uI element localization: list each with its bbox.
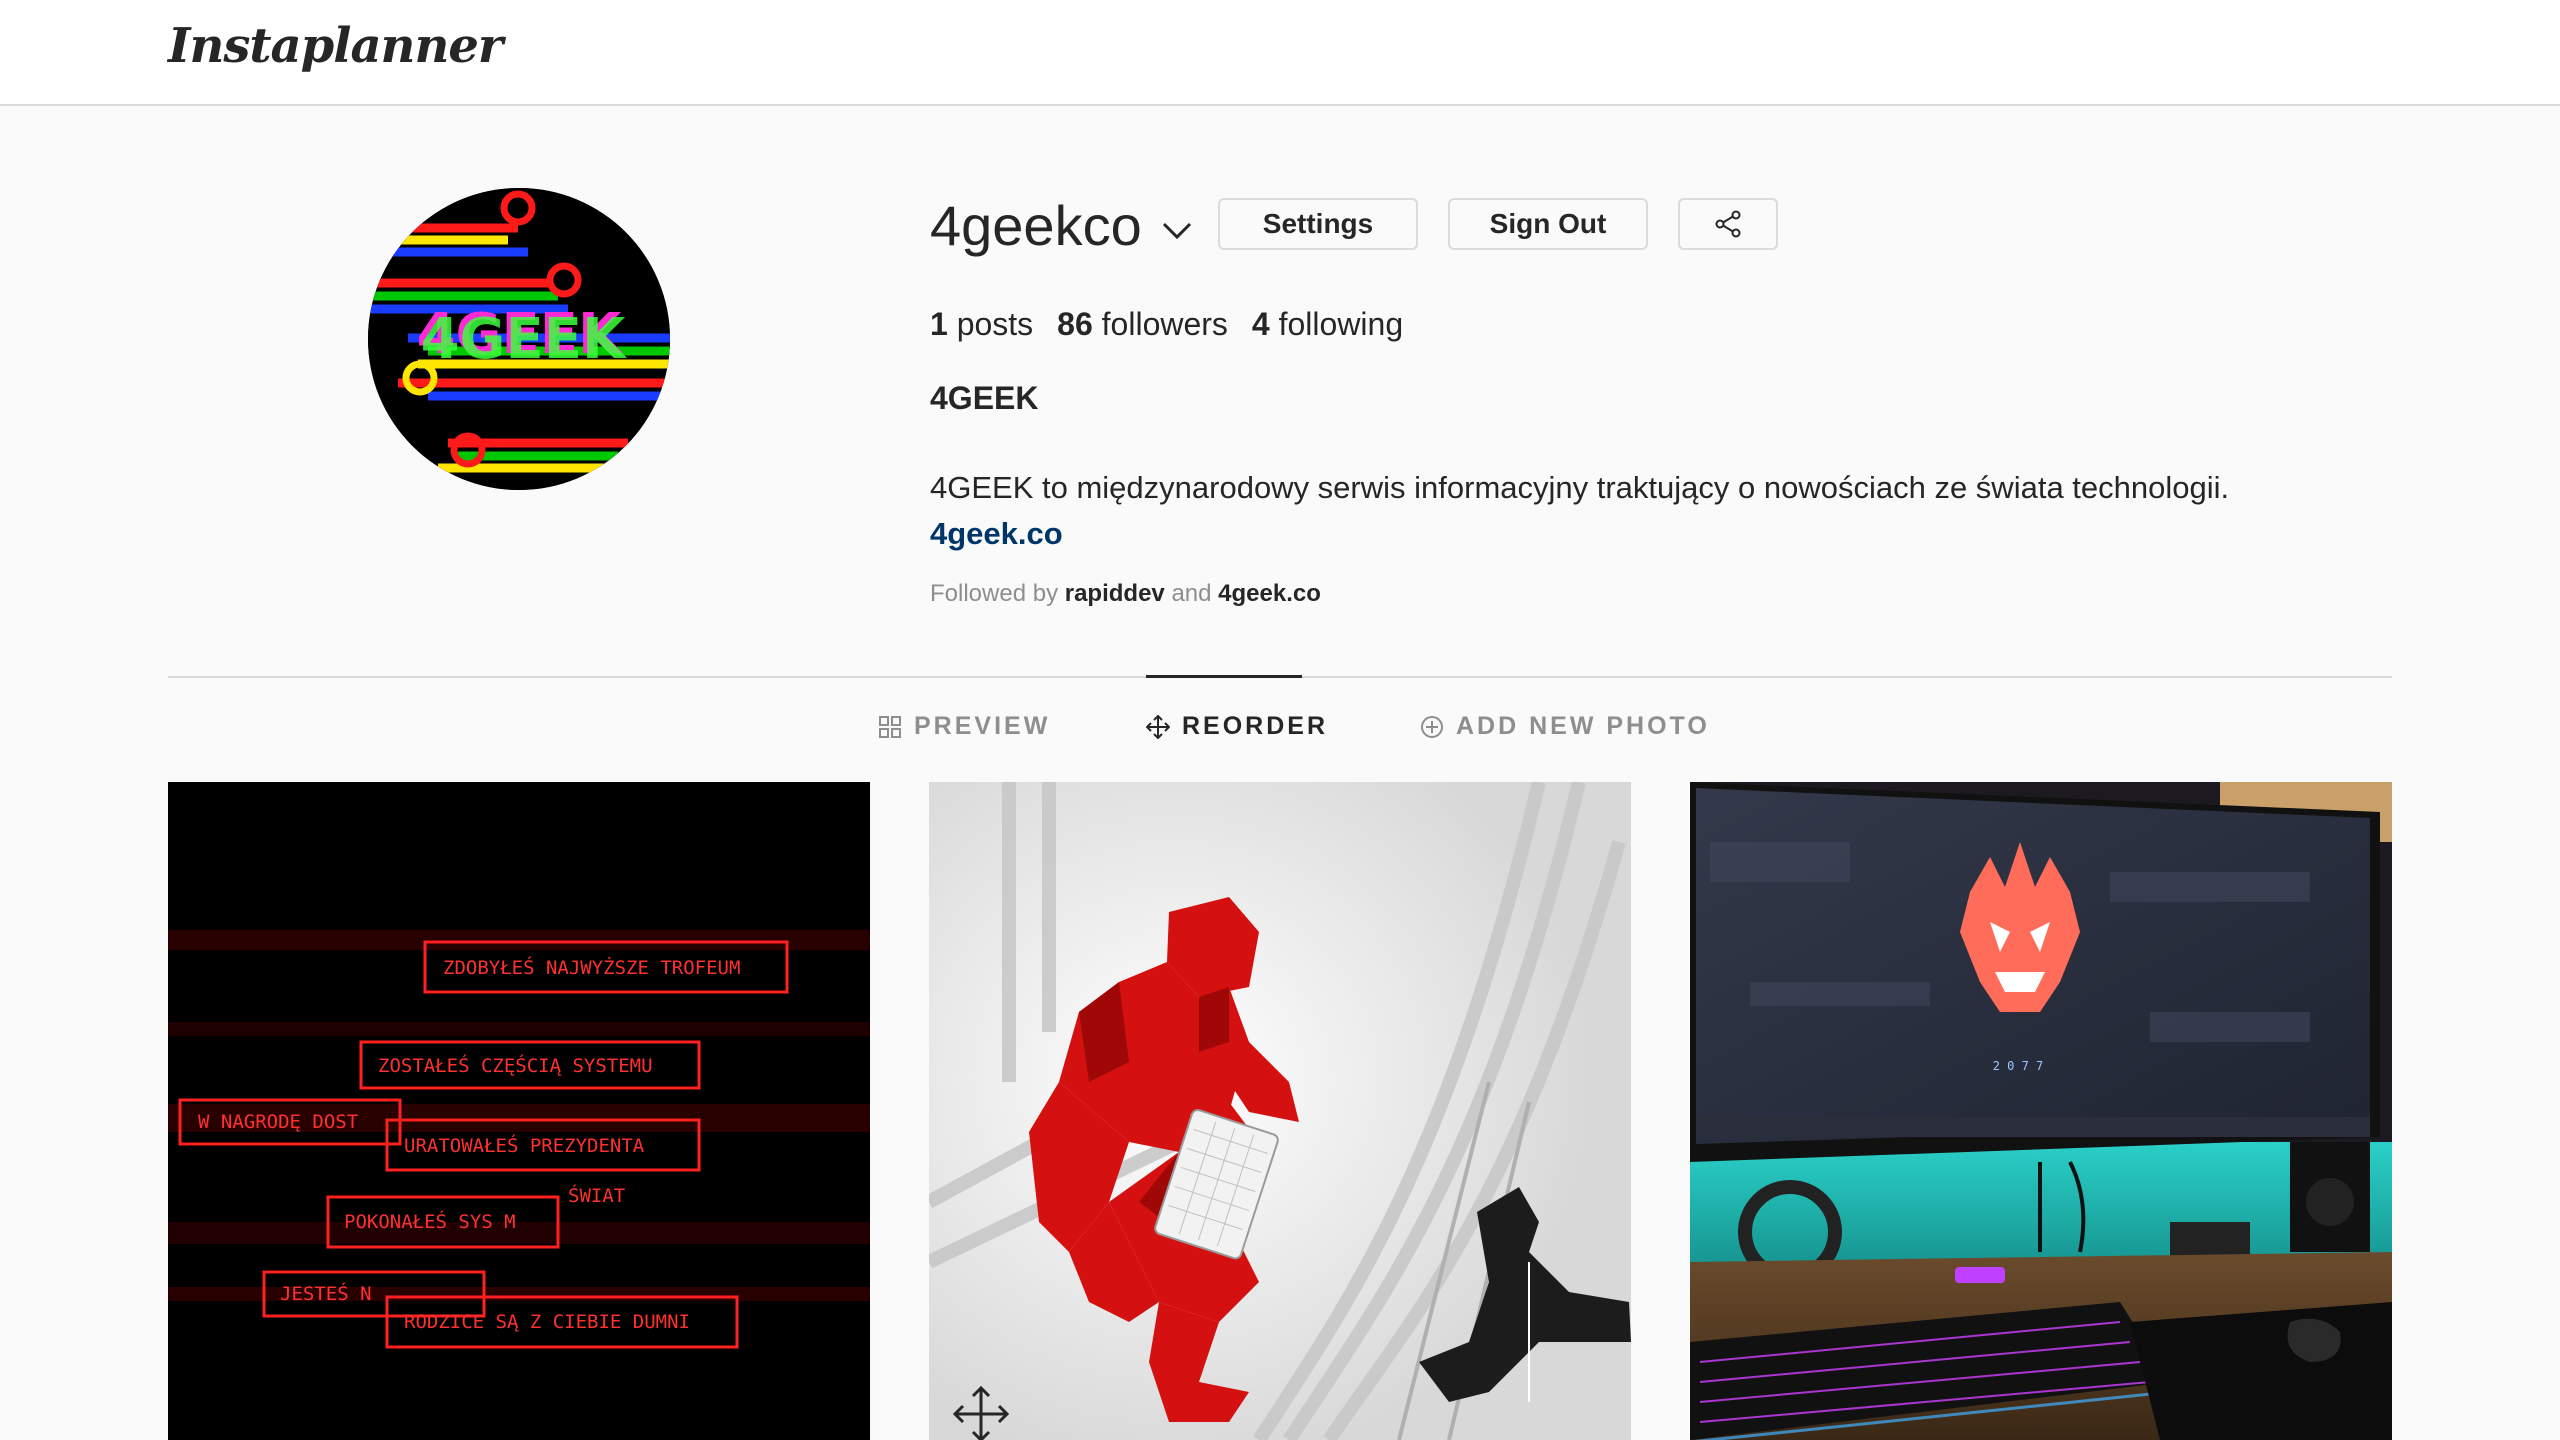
tab-preview[interactable]: PREVIEW bbox=[878, 712, 1050, 741]
followed-by-user[interactable]: 4geek.co bbox=[1218, 580, 1321, 607]
following-label: following bbox=[1278, 306, 1404, 342]
post-text-line: ŚWIAT bbox=[568, 1183, 625, 1207]
profile-bio: 4GEEK to międzynarodowy serwis informacy… bbox=[930, 470, 2230, 505]
username-row: 4geekco bbox=[930, 190, 1194, 260]
move-icon bbox=[1146, 714, 1170, 739]
chevron-down-icon[interactable] bbox=[1160, 213, 1194, 247]
tab-label: PREVIEW bbox=[914, 712, 1051, 740]
tab-label: REORDER bbox=[1182, 712, 1329, 740]
post-text-line: RODZICE SĄ Z CIEBIE DUMNI bbox=[404, 1311, 690, 1333]
post-text-line: W NAGRODĘ DOST bbox=[198, 1111, 358, 1133]
app-logo[interactable]: Instaplanner bbox=[168, 18, 503, 74]
tab-add-new-photo[interactable]: ADD NEW PHOTO bbox=[1420, 712, 1710, 741]
profile-avatar[interactable]: 4GEEK 4GEEK bbox=[368, 188, 670, 490]
post-text-line: URATOWAŁEŚ PREZYDENTA bbox=[404, 1133, 645, 1157]
post-tile[interactable]: 2 0 7 7 bbox=[1690, 782, 2392, 1440]
posts-stat: 1 posts bbox=[930, 306, 1033, 343]
following-count: 4 bbox=[1251, 306, 1270, 342]
avatar-text-shadow: 4GEEK bbox=[421, 307, 628, 372]
active-tab-indicator bbox=[1146, 675, 1302, 678]
profile-username: 4geekco bbox=[930, 193, 1142, 257]
profile-stats: 1 posts 86 followers 4 following bbox=[930, 306, 1427, 343]
post-text-line: ZDOBYŁEŚ NAJWYŻSZE TROFEUM bbox=[443, 955, 740, 979]
share-button[interactable] bbox=[1678, 198, 1778, 250]
followers-label: followers bbox=[1101, 306, 1228, 342]
sign-out-button[interactable]: Sign Out bbox=[1448, 198, 1648, 250]
post-text-line: ZOSTAŁEŚ CZĘŚCIĄ SYSTEMU bbox=[378, 1053, 653, 1077]
grid-icon bbox=[879, 715, 901, 738]
post-tile[interactable]: ZDOBYŁEŚ NAJWYŻSZE TROFEUM ZOSTAŁEŚ CZĘŚ… bbox=[168, 782, 870, 1440]
tab-label: ADD NEW PHOTO bbox=[1456, 712, 1710, 740]
settings-button[interactable]: Settings bbox=[1218, 198, 1418, 250]
screen-caption: 2 0 7 7 bbox=[1993, 1059, 2044, 1073]
followers-count: 86 bbox=[1057, 306, 1093, 342]
share-icon bbox=[1715, 210, 1741, 238]
followed-by-user[interactable]: rapiddev bbox=[1065, 580, 1165, 607]
drag-handle-icon[interactable] bbox=[949, 1382, 1013, 1440]
post-image-glitch-text: ZDOBYŁEŚ NAJWYŻSZE TROFEUM ZOSTAŁEŚ CZĘŚ… bbox=[168, 782, 870, 1440]
post-image-desk-setup: 2 0 7 7 bbox=[1690, 782, 2392, 1440]
tab-bar: PREVIEW REORDER ADD NEW PHOTO bbox=[0, 712, 2560, 752]
posts-label: posts bbox=[956, 306, 1034, 342]
post-text-line: POKONAŁEŚ SYS M bbox=[344, 1209, 516, 1233]
post-tile[interactable] bbox=[929, 782, 1631, 1440]
posts-count: 1 bbox=[930, 306, 948, 342]
followed-by-prefix: Followed by bbox=[930, 580, 1059, 607]
followed-by-and: and bbox=[1171, 580, 1212, 607]
top-bar: Instaplanner bbox=[0, 0, 2560, 106]
post-text-line: JESTEŚ N bbox=[280, 1281, 372, 1305]
profile-website-link[interactable]: 4geek.co bbox=[930, 516, 1063, 552]
followers-stat[interactable]: 86 followers bbox=[1057, 306, 1228, 343]
plus-circle-icon bbox=[1421, 715, 1443, 738]
followed-by: Followed by rapiddev and 4geek.co bbox=[930, 580, 1321, 608]
post-image-red-figure bbox=[929, 782, 1631, 1440]
tab-reorder[interactable]: REORDER bbox=[1146, 712, 1328, 741]
profile-full-name: 4GEEK bbox=[930, 380, 1039, 416]
avatar-image: 4GEEK 4GEEK bbox=[368, 188, 670, 490]
following-stat[interactable]: 4 following bbox=[1252, 306, 1403, 343]
